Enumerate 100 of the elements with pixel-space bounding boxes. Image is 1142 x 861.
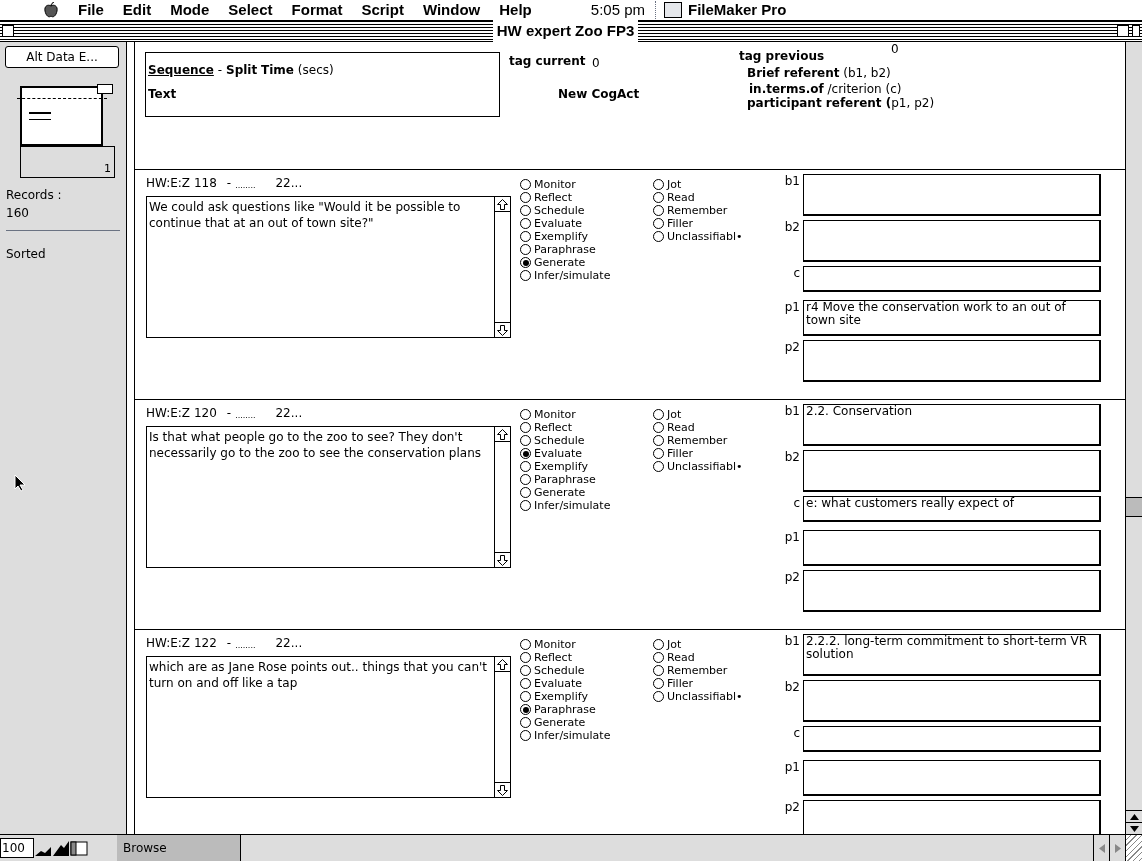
input-field[interactable] [803, 266, 1101, 292]
radio-option[interactable]: Evaluate [520, 677, 653, 690]
radio-option[interactable]: Infer/simulate [520, 729, 653, 742]
up-arrow-icon[interactable] [497, 198, 508, 210]
radio-option[interactable]: Schedule [520, 204, 653, 217]
collapse-box-icon[interactable] [1132, 25, 1140, 37]
radio-option[interactable]: Reflect [520, 191, 653, 204]
zoom-box-icon[interactable] [1117, 25, 1129, 37]
radio-option[interactable]: Paraphrase [520, 243, 653, 256]
input-field[interactable]: e: what customers really expect of [803, 496, 1101, 522]
scroll-bar[interactable] [494, 197, 510, 337]
app-icon[interactable] [664, 2, 682, 18]
radio-option[interactable]: Reflect [520, 421, 653, 434]
text-field[interactable]: which are as Jane Rose points out.. things that you can't turn on and off like a tap [146, 656, 511, 798]
radio-option[interactable]: Schedule [520, 434, 653, 447]
close-box-icon[interactable] [2, 25, 14, 37]
text-field[interactable]: We could ask questions like "Would it be possible to continue that at an out of town site?" [146, 196, 511, 338]
input-field[interactable] [803, 450, 1101, 492]
menu-item[interactable]: Window [422, 0, 481, 22]
scroll-bar[interactable] [494, 657, 510, 797]
radio-option[interactable]: Paraphrase [520, 473, 653, 486]
input-field[interactable] [803, 530, 1101, 566]
radio-option[interactable]: Unclassifiabl• [653, 460, 775, 473]
mode-indicator[interactable]: Browse [117, 835, 241, 861]
menu-item[interactable]: Mode [170, 0, 210, 22]
resize-handle-icon[interactable] [1125, 835, 1142, 861]
radio-option[interactable]: Exemplify [520, 230, 653, 243]
radio-option[interactable]: Reflect [520, 651, 653, 664]
page-counter[interactable]: 1 [20, 146, 115, 178]
input-field[interactable] [803, 220, 1101, 262]
tag-previous-label: tag previous [739, 48, 825, 65]
scroll-bar[interactable] [494, 427, 510, 567]
radio-option[interactable]: Remember [653, 434, 775, 447]
input-field[interactable] [803, 680, 1101, 722]
radio-option[interactable]: Read [653, 191, 775, 204]
radio-option[interactable]: Infer/simulate [520, 499, 653, 512]
radio-option[interactable]: Generate [520, 486, 653, 499]
radio-option[interactable]: Remember [653, 204, 775, 217]
radio-option[interactable]: Jot [653, 408, 775, 421]
brief-referent-label: Brief referent (b1, b2) [747, 65, 891, 82]
down-arrow-icon[interactable] [497, 324, 508, 336]
menu-item[interactable]: Select [228, 0, 273, 22]
text-heading: Text [148, 86, 178, 103]
radio-option[interactable]: Filler [653, 677, 775, 690]
script-button[interactable]: Alt Data E... [5, 46, 119, 68]
down-arrow-icon[interactable] [1129, 825, 1139, 832]
apple-icon[interactable] [44, 2, 58, 18]
radio-option[interactable]: Filler [653, 447, 775, 460]
radio-option[interactable]: Read [653, 421, 775, 434]
radio-option[interactable]: Evaluate [520, 217, 653, 230]
app-menu[interactable]: FileMaker Pro [688, 0, 787, 22]
input-field[interactable]: r4 Move the conservation work to an out of town site [803, 300, 1101, 336]
radio-option[interactable]: Generate [520, 716, 653, 729]
down-arrow-icon[interactable] [497, 784, 508, 796]
radio-option[interactable]: Jot [653, 638, 775, 651]
radio-option[interactable]: Exemplify [520, 460, 653, 473]
status-toggle-icon[interactable] [70, 839, 88, 857]
tag-previous-value: 0 [891, 42, 899, 58]
radio-option[interactable]: Evaluate [520, 447, 653, 460]
radio-option[interactable]: Read [653, 651, 775, 664]
menu-item[interactable]: Help [499, 0, 532, 22]
scroll-right-icon[interactable] [1114, 843, 1121, 853]
menu-item[interactable]: Format [291, 0, 343, 22]
radio-option[interactable]: Infer/simulate [520, 269, 653, 282]
input-field[interactable] [803, 570, 1101, 612]
split-value: 22... [275, 635, 303, 652]
radio-option[interactable]: Unclassifiabl• [653, 690, 775, 703]
input-field[interactable] [803, 726, 1101, 752]
radio-option[interactable]: Exemplify [520, 690, 653, 703]
down-arrow-icon[interactable] [497, 554, 508, 566]
zoom-percentage[interactable]: 100 [0, 838, 34, 858]
input-field[interactable]: 2.2. Conservation [803, 404, 1101, 446]
text-field[interactable]: Is that what people go to the zoo to see? They don't necessarily go to the zoo to see the conservation plans [146, 426, 511, 568]
radio-option[interactable]: Paraphrase [520, 703, 653, 716]
menu-item[interactable]: File [78, 0, 104, 22]
input-field[interactable] [803, 800, 1101, 834]
radio-option[interactable]: Unclassifiabl• [653, 230, 775, 243]
input-field[interactable]: 2.2.2. long-term commitment to short-term VR solution [803, 634, 1101, 676]
menu-item[interactable]: Edit [122, 0, 152, 22]
radio-option[interactable]: Jot [653, 178, 775, 191]
input-field[interactable] [803, 340, 1101, 382]
up-arrow-icon[interactable] [1129, 813, 1139, 820]
tag-current-value: 0 [592, 55, 600, 72]
records-count: 160 [6, 205, 30, 222]
window-title: HW expert Zoo FP3 [492, 19, 639, 43]
radio-option[interactable]: Schedule [520, 664, 653, 677]
menu-item[interactable]: Script [361, 0, 404, 22]
input-field[interactable] [803, 760, 1101, 796]
up-arrow-icon[interactable] [497, 428, 508, 440]
radio-option[interactable]: Monitor [520, 408, 653, 421]
radio-option[interactable]: Filler [653, 217, 775, 230]
vertical-scroll-bar[interactable] [1125, 42, 1142, 834]
up-arrow-icon[interactable] [497, 658, 508, 670]
input-field[interactable] [803, 174, 1101, 216]
radio-option[interactable]: Monitor [520, 638, 653, 651]
scroll-left-icon[interactable] [1098, 843, 1105, 853]
radio-option[interactable]: Monitor [520, 178, 653, 191]
scroll-thumb[interactable] [1126, 497, 1142, 517]
radio-option[interactable]: Remember [653, 664, 775, 677]
radio-option[interactable]: Generate [520, 256, 653, 269]
